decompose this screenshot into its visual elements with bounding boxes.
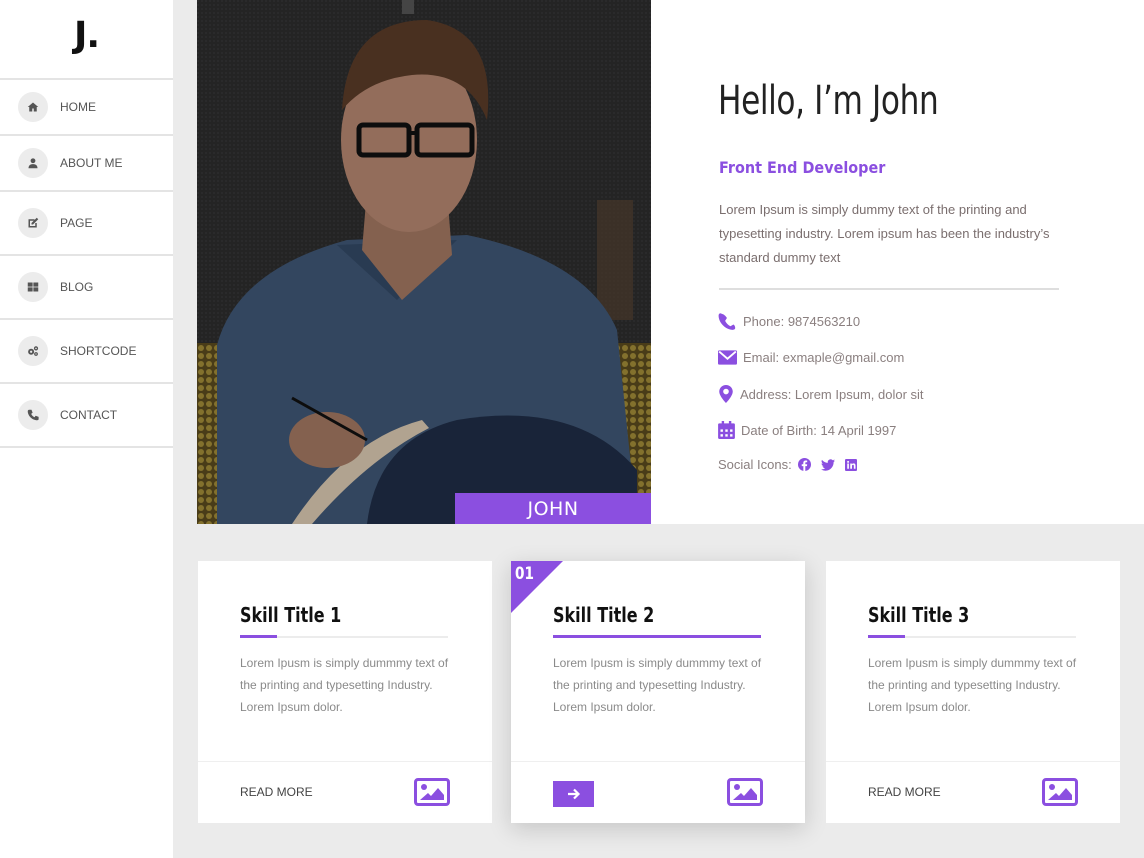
linkedin-icon <box>844 458 857 471</box>
arrow-button[interactable] <box>553 781 594 807</box>
skill-card: Skill Title 3 Lorem Ipusm is simply dumm… <box>826 561 1120 823</box>
read-more-link[interactable]: READ MORE <box>240 785 313 799</box>
sidebar-item-shortcode[interactable]: SHORTCODE <box>0 320 173 384</box>
social-row: Social Icons: <box>718 457 857 472</box>
home-icon <box>18 92 48 122</box>
sidebar-item-label: SHORTCODE <box>60 344 137 358</box>
mail-icon <box>718 350 737 365</box>
sidebar-item-label: CONTACT <box>60 408 118 422</box>
sidebar-item-home[interactable]: HOME <box>0 80 173 136</box>
sidebar: J. HOME ABOUT ME PAGE BLOG SHORTCODE CON… <box>0 0 173 858</box>
cogs-icon <box>18 336 48 366</box>
sidebar-item-blog[interactable]: BLOG <box>0 256 173 320</box>
twitter-icon <box>820 458 835 471</box>
image-icon[interactable] <box>414 778 450 806</box>
skill-progress-fill <box>240 635 278 638</box>
job-role: Front End Developer <box>719 158 886 177</box>
sidebar-item-contact[interactable]: CONTACT <box>0 384 173 448</box>
hero-gutter <box>173 0 197 524</box>
calendar-icon <box>718 421 735 439</box>
twitter-link[interactable] <box>820 458 835 471</box>
sidebar-item-label: HOME <box>60 100 96 114</box>
email-text: Email: exmaple@gmail.com <box>743 350 905 365</box>
logo[interactable]: J. <box>0 0 173 78</box>
sidebar-item-label: ABOUT ME <box>60 156 123 170</box>
skill-card: Skill Title 1 Lorem Ipusm is simply dumm… <box>198 561 492 823</box>
skill-rule <box>868 635 1076 638</box>
skill-description: Lorem Ipusm is simply dummmy text of the… <box>553 656 762 714</box>
phone-text: Phone: 9874563210 <box>743 314 861 329</box>
linkedin-link[interactable] <box>844 458 857 471</box>
portfolio-page: J. HOME ABOUT ME PAGE BLOG SHORTCODE CON… <box>0 0 1144 858</box>
skill-rule <box>553 635 761 638</box>
social-label: Social Icons: <box>718 457 792 472</box>
facebook-icon <box>797 458 811 471</box>
sidebar-item-page[interactable]: PAGE <box>0 192 173 256</box>
sidebar-nav: HOME ABOUT ME PAGE BLOG SHORTCODE CONTAC… <box>0 78 173 448</box>
phone-icon <box>718 313 736 330</box>
skill-progress-fill <box>553 635 761 638</box>
profile-photo <box>197 0 651 524</box>
badge-number: 01 <box>515 564 534 584</box>
address-text: Address: Lorem Ipsum, dolor sit <box>740 386 924 402</box>
arrow-right-icon <box>567 788 580 800</box>
skill-description: Lorem Ipusm is simply dummmy text of the… <box>240 656 449 714</box>
skill-card-active: 01 Skill Title 2 Lorem Ipusm is simply d… <box>511 561 805 823</box>
image-icon[interactable] <box>727 778 763 806</box>
dob-text: Date of Birth: 14 April 1997 <box>741 422 897 438</box>
phone-row: Phone: 9874563210 <box>718 312 860 331</box>
image-icon[interactable] <box>1042 778 1078 806</box>
read-more-link[interactable]: READ MORE <box>868 785 941 799</box>
grid-icon <box>18 272 48 302</box>
user-icon <box>18 148 48 178</box>
dob-row: Date of Birth: 14 April 1997 <box>718 421 896 439</box>
skill-title: Skill Title 3 <box>868 603 970 627</box>
card-divider <box>826 761 1120 762</box>
facebook-link[interactable] <box>797 458 811 471</box>
sidebar-item-label: PAGE <box>60 216 93 230</box>
edit-icon <box>18 208 48 238</box>
skill-title: Skill Title 1 <box>240 603 342 627</box>
sidebar-item-about-me[interactable]: ABOUT ME <box>0 136 173 192</box>
skill-rule <box>240 635 448 638</box>
email-row: Email: exmaple@gmail.com <box>718 349 904 366</box>
skill-progress-fill <box>868 635 906 638</box>
photo-name-tag: JOHN <box>455 493 651 524</box>
bio-text: Lorem Ipsum is simply dummy text of the … <box>719 202 1050 265</box>
address-row: Address: Lorem Ipsum, dolor sit <box>718 385 924 403</box>
skill-title: Skill Title 2 <box>553 603 655 627</box>
page-title: Hello, I’m John <box>718 78 939 124</box>
sidebar-item-label: BLOG <box>60 280 94 294</box>
skill-description: Lorem Ipusm is simply dummmy text of the… <box>868 656 1077 714</box>
map-marker-icon <box>719 385 733 403</box>
divider <box>719 288 1059 290</box>
phone-icon <box>18 400 48 430</box>
card-divider <box>198 761 492 762</box>
card-divider <box>511 761 805 762</box>
